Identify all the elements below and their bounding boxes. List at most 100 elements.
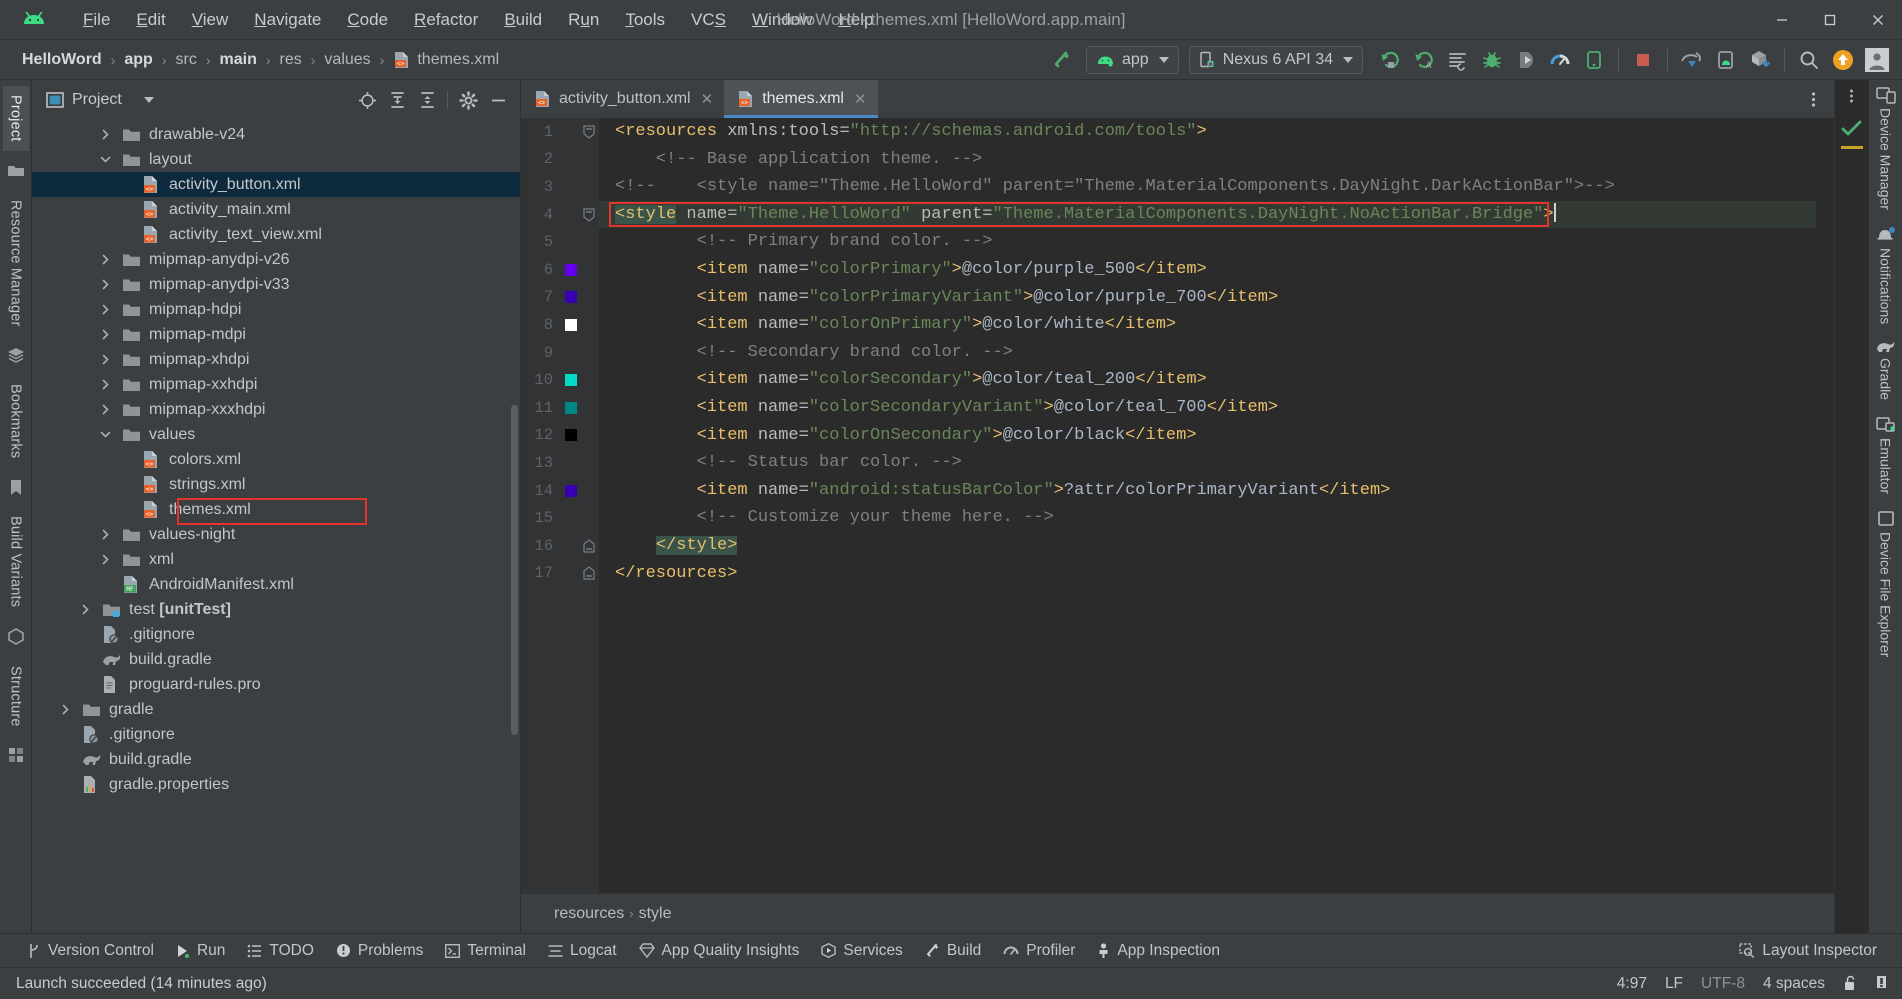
code-line-1[interactable]: <resources xmlns:tools="http://schemas.a… (599, 118, 1816, 146)
close-icon[interactable]: ✕ (854, 90, 867, 108)
sidebar-item-notifications[interactable]: Notifications (1876, 226, 1896, 324)
code-line-16[interactable]: </style> (599, 532, 1816, 560)
bottom-item-layout-inspector[interactable]: Layout Inspector (1728, 939, 1888, 963)
debug-bug-icon[interactable] (1475, 45, 1509, 75)
more-options-icon[interactable] (1849, 88, 1854, 104)
menu-navigate[interactable]: Navigate (241, 6, 334, 34)
color-swatch[interactable] (565, 263, 577, 276)
tree-item-drawable-v24[interactable]: drawable-v24 (32, 122, 520, 147)
menu-view[interactable]: View (179, 6, 242, 34)
event-log-icon[interactable] (1875, 975, 1888, 992)
tree-item-mipmap-xhdpi[interactable]: mipmap-xhdpi (32, 347, 520, 372)
breadcrumb-helloword[interactable]: HelloWord (16, 49, 108, 71)
menu-build[interactable]: Build (491, 6, 555, 34)
logcat-icon[interactable] (1441, 45, 1475, 75)
tree-item-androidmanifest-xml[interactable]: MF AndroidManifest.xml (32, 572, 520, 597)
gutter-line-16[interactable]: 16 (521, 532, 599, 560)
color-swatch[interactable] (565, 318, 577, 331)
maximize-button[interactable] (1806, 0, 1854, 40)
color-swatch[interactable] (565, 374, 577, 387)
gear-icon[interactable] (454, 87, 482, 113)
breadcrumb-themes-xml[interactable]: <> themes.xml (387, 49, 505, 71)
close-button[interactable] (1854, 0, 1902, 40)
caret-position[interactable]: 4:97 (1617, 975, 1647, 993)
bookmark-icon[interactable] (4, 475, 28, 499)
sdk-download-icon[interactable] (1743, 45, 1777, 75)
chevron-right-icon[interactable] (100, 529, 117, 540)
code-line-12[interactable]: <item name="colorOnSecondary">@color/bla… (599, 422, 1816, 450)
tree-item-mipmap-xxxhdpi[interactable]: mipmap-xxxhdpi (32, 397, 520, 422)
tree-item-layout[interactable]: layout (32, 147, 520, 172)
code-folding-icon[interactable] (582, 207, 595, 222)
indent-setting[interactable]: 4 spaces (1763, 975, 1825, 993)
warning-marker[interactable] (1840, 146, 1863, 149)
tree-item-gitignore[interactable]: .gitignore (32, 722, 520, 747)
code-line-2[interactable]: <!-- Base application theme. --> (599, 146, 1816, 174)
sidebar-item-bookmarks[interactable]: Bookmarks (3, 375, 29, 467)
apply-changes-icon[interactable]: A (1407, 45, 1441, 75)
chevron-right-icon[interactable] (100, 354, 117, 365)
bottom-item-app-quality-insights[interactable]: App Quality Insights (628, 939, 811, 963)
tree-item-mipmap-mdpi[interactable]: mipmap-mdpi (32, 322, 520, 347)
bottom-item-profiler[interactable]: Profiler (992, 939, 1086, 963)
breadcrumb-main[interactable]: main (214, 49, 263, 71)
gutter-line-12[interactable]: 12 (521, 422, 599, 450)
tree-item-mipmap-anydpi-v26[interactable]: mipmap-anydpi-v26 (32, 247, 520, 272)
chevron-right-icon[interactable] (100, 304, 117, 315)
build-hammer-icon[interactable] (1044, 45, 1078, 75)
chevron-right-icon[interactable] (100, 554, 117, 565)
line-separator[interactable]: LF (1665, 975, 1683, 993)
code-line-6[interactable]: <item name="colorPrimary">@color/purple_… (599, 256, 1816, 284)
code-folding-icon[interactable] (582, 538, 595, 553)
gutter-line-10[interactable]: 10 (521, 366, 599, 394)
code-line-4[interactable]: <style name="Theme.HelloWord" parent="Th… (599, 200, 1816, 229)
minimize-button[interactable] (1758, 0, 1806, 40)
code-line-10[interactable]: <item name="colorSecondary">@color/teal_… (599, 366, 1816, 394)
code-line-11[interactable]: <item name="colorSecondaryVariant">@colo… (599, 394, 1816, 422)
tree-item-proguard-rules-pro[interactable]: proguard-rules.pro (32, 672, 520, 697)
code-line-9[interactable]: <!-- Secondary brand color. --> (599, 339, 1816, 367)
device-mirror-icon[interactable] (1675, 45, 1709, 75)
collapse-all-icon[interactable] (413, 87, 441, 113)
tree-item-gitignore[interactable]: .gitignore (32, 622, 520, 647)
folder-icon[interactable] (4, 159, 28, 183)
code-line-5[interactable]: <!-- Primary brand color. --> (599, 228, 1816, 256)
more-options-icon[interactable] (1800, 84, 1826, 114)
build-variants-icon[interactable] (4, 625, 28, 649)
gutter-line-8[interactable]: 8 (521, 311, 599, 339)
sidebar-item-device-file-explorer[interactable]: Device File Explorer (1877, 510, 1895, 658)
bottom-item-build[interactable]: Build (914, 939, 992, 963)
gutter-line-15[interactable]: 15 (521, 504, 599, 532)
tree-item-xml[interactable]: xml (32, 547, 520, 572)
tree-item-values-night[interactable]: values-night (32, 522, 520, 547)
tree-item-activity-text-view-xml[interactable]: <> activity_text_view.xml (32, 222, 520, 247)
sidebar-item-build-variants[interactable]: Build Variants (3, 507, 29, 616)
attach-debugger-icon[interactable] (1509, 45, 1543, 75)
tree-item-activity-button-xml[interactable]: <> activity_button.xml (32, 172, 520, 197)
chevron-right-icon[interactable] (100, 254, 117, 265)
gutter-line-2[interactable]: 2 (521, 146, 599, 174)
code-line-17[interactable]: </resources> (599, 560, 1816, 588)
bottom-item-logcat[interactable]: Logcat (537, 939, 628, 963)
bottom-item-app-inspection[interactable]: App Inspection (1086, 939, 1231, 963)
tree-item-gradle-properties[interactable]: gradle.properties (32, 772, 520, 797)
gutter-line-13[interactable]: 13 (521, 449, 599, 477)
menu-help[interactable]: Help (825, 6, 886, 34)
gutter-line-14[interactable]: 14 (521, 477, 599, 505)
editor-gutter[interactable]: 1 2 3 4 5 6 7 8 9 10 11 12 13 14 15 16 17 (521, 118, 599, 893)
gutter-line-4[interactable]: 4 (521, 201, 599, 229)
color-swatch[interactable] (565, 484, 577, 497)
expand-all-icon[interactable] (383, 87, 411, 113)
bottom-item-version-control[interactable]: Version Control (16, 939, 165, 963)
menu-window[interactable]: Window (739, 6, 825, 34)
chevron-right-icon[interactable] (100, 279, 117, 290)
sidebar-item-device-manager[interactable]: Device Manager (1875, 86, 1896, 210)
code-line-15[interactable]: <!-- Customize your theme here. --> (599, 504, 1816, 532)
code-content[interactable]: <resources xmlns:tools="http://schemas.a… (599, 118, 1816, 893)
gutter-line-6[interactable]: 6 (521, 256, 599, 284)
sidebar-item-gradle[interactable]: Gradle (1875, 340, 1897, 400)
tree-item-activity-main-xml[interactable]: <> activity_main.xml (32, 197, 520, 222)
menu-refactor[interactable]: Refactor (401, 6, 491, 34)
code-line-7[interactable]: <item name="colorPrimaryVariant">@color/… (599, 284, 1816, 312)
unlocked-padlock-icon[interactable] (1843, 975, 1857, 992)
